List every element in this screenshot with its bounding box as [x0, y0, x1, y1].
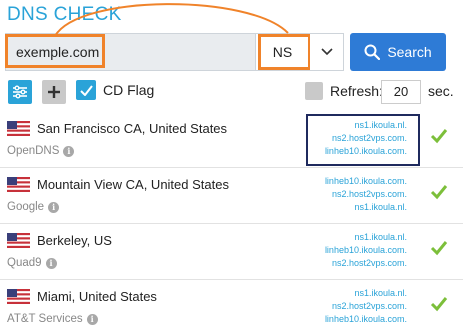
ns-records: linheb10.ikoula.com. ns2.host2vps.com. n…	[325, 175, 407, 214]
result-row: San Francisco CA, United States OpenDNS …	[0, 112, 463, 168]
provider-name: Quad9	[7, 257, 42, 269]
provider-name: AT&T Services	[7, 313, 83, 325]
us-flag-icon	[7, 289, 30, 304]
record-type-value: NS	[272, 44, 293, 60]
info-icon[interactable]: i	[63, 145, 75, 157]
result-row: Miami, United States AT&T Services i ns1…	[0, 280, 463, 331]
filter-button[interactable]	[8, 80, 32, 104]
result-location: Miami, United States	[37, 289, 157, 304]
result-row: Berkeley, US Quad9 i ns1.ikoula.nl. linh…	[0, 224, 463, 280]
refresh-label: Refresh:	[330, 83, 383, 99]
sliders-icon	[13, 85, 27, 99]
refresh-unit-label: sec.	[428, 83, 454, 99]
ns-record: ns1.ikoula.nl.	[354, 120, 407, 130]
cd-flag-label: CD Flag	[103, 82, 155, 98]
checkmark-icon	[79, 84, 93, 96]
record-type-select[interactable]: NS	[255, 33, 310, 71]
magnifier-icon	[364, 44, 381, 60]
ns-record: ns2.host2vps.com.	[331, 133, 407, 143]
result-provider: OpenDNS i	[7, 145, 75, 157]
provider-name: OpenDNS	[7, 145, 60, 157]
search-button[interactable]: Search	[350, 33, 446, 71]
ns-record: ns1.ikoula.nl.	[354, 288, 407, 298]
plus-icon	[48, 86, 60, 98]
results-list: San Francisco CA, United States OpenDNS …	[0, 112, 463, 331]
us-flag-icon	[7, 233, 30, 248]
toolbar: CD Flag Refresh: 20 sec.	[8, 80, 458, 104]
checkmark-icon	[430, 241, 448, 256]
domain-input-wrapper	[5, 33, 255, 71]
ns-record: ns1.ikoula.nl.	[354, 232, 407, 242]
ns-record: ns2.host2vps.com.	[331, 301, 407, 311]
info-icon[interactable]: i	[48, 201, 60, 213]
result-location: Mountain View CA, United States	[37, 177, 229, 192]
refresh-interval-input[interactable]: 20	[381, 80, 421, 104]
result-provider: Quad9 i	[7, 257, 57, 269]
record-type-dropdown-button[interactable]	[310, 33, 344, 71]
info-icon[interactable]: i	[86, 313, 98, 325]
ns-records: ns1.ikoula.nl. linheb10.ikoula.com. ns2.…	[325, 231, 407, 270]
refresh-checkbox[interactable]	[305, 82, 323, 100]
result-row: Mountain View CA, United States Google i…	[0, 168, 463, 224]
checkmark-icon	[430, 129, 448, 144]
result-location: Berkeley, US	[37, 233, 112, 248]
page-title: DNS CHECK	[7, 4, 122, 25]
search-button-label: Search	[387, 44, 432, 60]
add-button[interactable]	[42, 80, 66, 104]
ns-records: ns1.ikoula.nl. ns2.host2vps.com. linheb1…	[325, 287, 407, 326]
cd-flag-checkbox[interactable]	[76, 80, 96, 100]
result-location: San Francisco CA, United States	[37, 121, 228, 136]
checkmark-icon	[430, 297, 448, 312]
ns-record: linheb10.ikoula.com.	[324, 146, 407, 156]
result-provider: Google i	[7, 201, 60, 213]
chevron-down-icon	[320, 48, 333, 56]
ns-record: linheb10.ikoula.com.	[324, 176, 407, 186]
provider-name: Google	[7, 201, 45, 213]
ns-record: linheb10.ikoula.com.	[324, 245, 407, 255]
ns-record: ns2.host2vps.com.	[331, 258, 407, 268]
ns-record: linheb10.ikoula.com.	[324, 314, 407, 324]
result-provider: AT&T Services i	[7, 313, 98, 325]
us-flag-icon	[7, 121, 30, 136]
checkmark-icon	[430, 185, 448, 200]
ns-record: ns2.host2vps.com.	[331, 189, 407, 199]
ns-records: ns1.ikoula.nl. ns2.host2vps.com. linheb1…	[325, 119, 407, 158]
ns-record: ns1.ikoula.nl.	[354, 202, 407, 212]
us-flag-icon	[7, 177, 30, 192]
domain-input[interactable]	[6, 34, 255, 70]
info-icon[interactable]: i	[45, 257, 57, 269]
search-bar: NS Search	[5, 33, 456, 71]
